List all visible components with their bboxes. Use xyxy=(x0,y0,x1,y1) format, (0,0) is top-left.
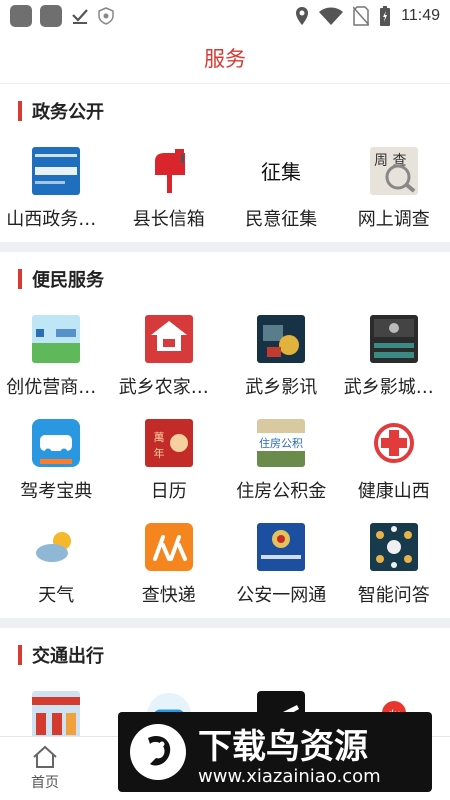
service-label: 山西政务服务 xyxy=(6,209,107,230)
service-label: 智能问答 xyxy=(357,585,430,606)
service-label: 健康山西 xyxy=(357,481,430,502)
section-divider xyxy=(0,618,450,628)
service-label: 驾考宝典 xyxy=(20,481,93,502)
shanxi-gov-icon xyxy=(32,147,81,195)
service-label: 武乡农家书屋 xyxy=(118,377,219,398)
service-item-cinema[interactable]: 武乡影城预约 xyxy=(338,306,450,410)
gas-station-icon xyxy=(32,691,81,736)
svg-text:住房公积: 住房公积 xyxy=(259,436,303,450)
section-divider xyxy=(0,242,450,252)
service-label: 民意征集 xyxy=(245,209,318,230)
service-label: 查快递 xyxy=(141,585,196,606)
express-icon xyxy=(144,523,193,571)
section-title: 便民服务 xyxy=(32,270,104,291)
section-header: 便民服务 xyxy=(0,252,450,306)
svg-text:征集: 征集 xyxy=(261,160,301,184)
service-item-movie-news[interactable]: 武乡影讯 xyxy=(225,306,338,410)
service-item-express[interactable]: 查快递 xyxy=(113,514,226,618)
weather-icon xyxy=(32,523,81,571)
watermark-title: 下载鸟资源 xyxy=(198,727,368,767)
app-icon xyxy=(10,5,32,27)
section-title: 交通出行 xyxy=(32,646,104,667)
svg-text:年: 年 xyxy=(153,446,164,460)
no-sim-icon xyxy=(353,6,370,26)
service-item-smart-qa[interactable]: 智能问答 xyxy=(338,514,450,618)
watermark-url: www.xiazainiao.com xyxy=(198,766,381,787)
status-bar: 11:49 xyxy=(0,0,450,32)
service-label: 武乡影城预约 xyxy=(343,377,444,398)
bird-logo-icon xyxy=(130,724,186,780)
section-header: 交通出行 xyxy=(0,628,450,682)
service-item-driving-test[interactable]: 驾考宝典 xyxy=(0,410,113,514)
service-item-shanxi-gov[interactable]: 山西政务服务 xyxy=(0,138,113,242)
service-label: 公安一网通 xyxy=(236,585,327,606)
app-icon xyxy=(40,5,62,27)
nav-label: 首页 xyxy=(31,775,59,791)
svg-text:萬: 萬 xyxy=(153,431,164,444)
page-title: 服务 xyxy=(204,46,246,71)
opinion-collect-icon: 征集 xyxy=(257,147,306,195)
service-label: 住房公积金 xyxy=(236,481,327,502)
status-time: 11:49 xyxy=(401,7,440,24)
mailbox-icon xyxy=(144,147,193,195)
shield-icon xyxy=(98,7,114,25)
section-convenience: 便民服务 创优营商环境 武乡农家书屋 武乡影讯 武乡影城预约 驾考宝典 萬 年 … xyxy=(0,252,450,618)
watermark-text-graphic: 下载鸟资源 www.xiazainiao.com xyxy=(198,727,381,787)
smart-qa-icon xyxy=(369,523,418,571)
service-item-health[interactable]: 健康山西 xyxy=(338,410,450,514)
home-icon xyxy=(33,745,57,768)
service-content[interactable]: 政务公开 山西政务服务 县长信箱 征集 民意征集 周 查 网上调查 便民服务 创… xyxy=(0,84,450,736)
service-label: 武乡影讯 xyxy=(245,377,318,398)
farm-library-icon xyxy=(144,315,193,363)
health-cross-icon xyxy=(369,419,418,467)
battery-icon xyxy=(380,6,391,26)
service-item-police[interactable]: 公安一网通 xyxy=(225,514,338,618)
service-item-mailbox[interactable]: 县长信箱 xyxy=(113,138,226,242)
section-government: 政务公开 山西政务服务 县长信箱 征集 民意征集 周 查 网上调查 xyxy=(0,84,450,242)
housing-fund-icon: 住房公积 xyxy=(257,419,306,467)
business-env-icon xyxy=(32,315,81,363)
cinema-icon xyxy=(369,315,418,363)
service-label: 县长信箱 xyxy=(132,209,205,230)
service-item-survey[interactable]: 周 查 网上调查 xyxy=(338,138,450,242)
service-item-opinion[interactable]: 征集 民意征集 xyxy=(225,138,338,242)
download-check-icon xyxy=(72,9,88,24)
watermark-banner: 下载鸟资源 www.xiazainiao.com xyxy=(118,712,432,792)
service-label: 日历 xyxy=(150,481,187,502)
driving-test-icon xyxy=(32,419,81,467)
service-item-housing-fund[interactable]: 住房公积 住房公积金 xyxy=(225,410,338,514)
service-item-calendar[interactable]: 萬年 日历 xyxy=(113,410,226,514)
service-item-business-env[interactable]: 创优营商环境 xyxy=(0,306,113,410)
title-bar: 服务 xyxy=(0,32,450,84)
service-label: 创优营商环境 xyxy=(6,377,107,398)
service-item-farm-library[interactable]: 武乡农家书屋 xyxy=(113,306,226,410)
service-item-weather[interactable]: 天气 xyxy=(0,514,113,618)
location-icon xyxy=(296,7,309,25)
movie-news-icon xyxy=(257,315,306,363)
survey-icon: 周 查 xyxy=(369,147,418,195)
section-title: 政务公开 xyxy=(32,102,104,123)
service-label: 网上调查 xyxy=(357,209,430,230)
police-icon xyxy=(257,523,306,571)
nav-home[interactable]: 首页 xyxy=(0,737,90,800)
calendar-icon: 萬年 xyxy=(144,419,193,467)
section-header: 政务公开 xyxy=(0,84,450,138)
service-item-gas[interactable] xyxy=(0,682,113,736)
wifi-icon xyxy=(319,7,344,25)
service-label: 天气 xyxy=(38,585,75,606)
